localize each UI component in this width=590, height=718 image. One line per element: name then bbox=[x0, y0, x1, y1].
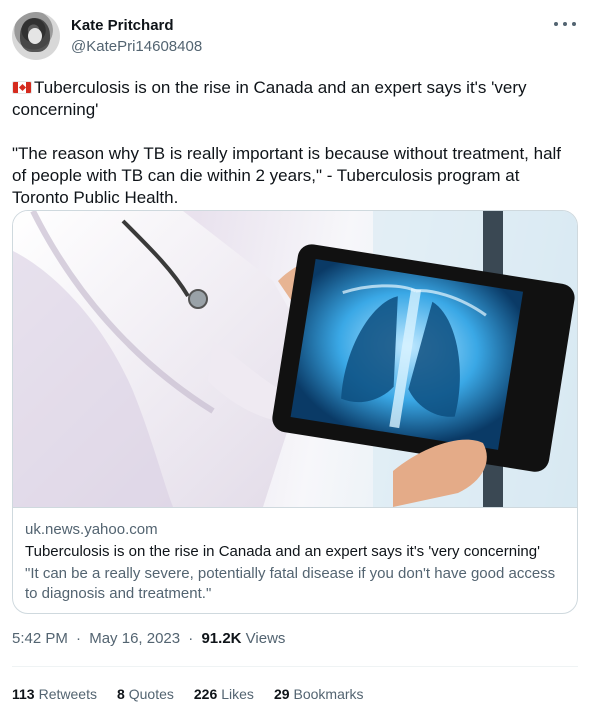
quotes-count: 8 bbox=[116, 686, 125, 702]
views-label: Views bbox=[245, 630, 286, 647]
quotes-label: Quotes bbox=[128, 686, 174, 702]
retweets-count: 113 bbox=[12, 686, 35, 702]
bookmarks-count: 29 bbox=[273, 686, 290, 702]
tweet-date[interactable]: May 16, 2023 bbox=[89, 630, 180, 647]
tweet-paragraph-2: "The reason why TB is really important i… bbox=[12, 144, 562, 207]
likes-count: 226 bbox=[193, 686, 218, 702]
author-handle[interactable]: @KatePri14608408 bbox=[71, 37, 202, 57]
tweet-paragraph-1: Tuberculosis is on the rise in Canada an… bbox=[12, 77, 578, 121]
retweets-label: Retweets bbox=[38, 686, 97, 702]
separator: · bbox=[188, 630, 194, 647]
quotes-stat[interactable]: 8 Quotes bbox=[117, 684, 174, 704]
xray-tablet-illustration bbox=[13, 211, 577, 507]
avatar[interactable] bbox=[12, 12, 60, 60]
tweet-time[interactable]: 5:42 PM bbox=[12, 630, 68, 647]
views-count[interactable]: 91.2K bbox=[201, 630, 241, 647]
tweet-timestamp: 5:42 PM · May 16, 2023 · 91.2K Views bbox=[12, 629, 285, 649]
author-display-name[interactable]: Kate Pritchard bbox=[71, 16, 202, 36]
retweets-stat[interactable]: 113 Retweets bbox=[12, 684, 97, 704]
likes-label: Likes bbox=[221, 686, 254, 702]
avatar-face bbox=[28, 28, 42, 44]
author-block: Kate Pritchard @KatePri14608408 bbox=[71, 16, 202, 57]
separator: · bbox=[76, 630, 82, 647]
engagement-stats: 113 Retweets 8 Quotes 226 Likes 29 Bookmarks bbox=[12, 684, 384, 704]
canada-flag-icon bbox=[12, 81, 32, 94]
bookmarks-label: Bookmarks bbox=[293, 686, 364, 702]
divider bbox=[12, 666, 578, 667]
link-card[interactable]: uk.news.yahoo.com Tuberculosis is on the… bbox=[12, 210, 578, 614]
more-dot bbox=[563, 22, 567, 26]
more-dot bbox=[554, 22, 558, 26]
card-title[interactable]: Tuberculosis is on the rise in Canada an… bbox=[25, 542, 567, 562]
card-meta: uk.news.yahoo.com Tuberculosis is on the… bbox=[13, 507, 577, 613]
more-icon[interactable] bbox=[554, 16, 576, 32]
more-dot bbox=[572, 22, 576, 26]
bookmarks-stat[interactable]: 29 Bookmarks bbox=[274, 684, 364, 704]
card-domain: uk.news.yahoo.com bbox=[25, 521, 158, 538]
tweet-header: Kate Pritchard @KatePri14608408 bbox=[12, 12, 578, 60]
card-description: "It can be a really severe, potentially … bbox=[25, 565, 556, 602]
tweet-line-1: Tuberculosis is on the rise in Canada an… bbox=[12, 78, 527, 119]
tweet-text: Tuberculosis is on the rise in Canada an… bbox=[12, 77, 578, 209]
likes-stat[interactable]: 226 Likes bbox=[194, 684, 254, 704]
card-image[interactable] bbox=[13, 211, 577, 507]
